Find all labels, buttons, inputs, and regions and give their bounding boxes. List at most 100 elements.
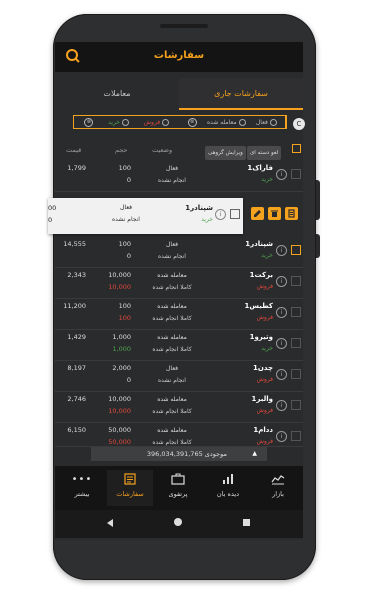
nav-more[interactable]: ••• بیشتر: [59, 470, 105, 506]
filter-active[interactable]: فعال: [255, 118, 277, 126]
nav-label: دیده بان: [216, 490, 240, 498]
order-volume: 50,000: [108, 426, 131, 434]
swiped-order-row[interactable]: شپنادر1 خرید i فعال انجام نشده 00 0: [48, 198, 303, 234]
column-header: لغو دسته ای ویرایش گروهی وضعیت حجم قیمت: [55, 142, 303, 160]
order-status: معامله شده: [157, 272, 187, 279]
order-row[interactable]: چدن1 فروش i فعال انجام نشده 2,000 0 8,19…: [55, 360, 303, 392]
order-status-detail: انجام نشده: [158, 377, 186, 384]
column-price: قیمت: [66, 146, 82, 154]
order-status-detail: انجام نشده: [112, 216, 140, 223]
row-checkbox[interactable]: [291, 369, 301, 379]
order-symbol: برکت1: [249, 271, 273, 279]
select-all-checkbox[interactable]: [292, 144, 301, 153]
row-checkbox[interactable]: [230, 209, 240, 219]
nav-watchlist[interactable]: دیده بان: [205, 470, 251, 506]
edit-icon: [254, 210, 261, 217]
order-row[interactable]: برکت1 فروش i معامله شده کاملا انجام شده …: [55, 267, 303, 299]
order-row[interactable]: ددام1 فروش i معامله شده کاملا انجام شده …: [55, 422, 303, 447]
order-status: فعال: [120, 204, 132, 211]
clear-status-filter-icon[interactable]: ⊗: [187, 117, 197, 127]
order-status-detail: کاملا انجام شده: [152, 439, 192, 446]
radio-icon: [269, 118, 277, 126]
order-volume: 1,000: [112, 333, 131, 341]
order-volume: 100: [118, 164, 131, 172]
order-volume: 00: [48, 204, 57, 212]
info-icon[interactable]: i: [276, 276, 287, 287]
filter-buy[interactable]: خرید: [108, 118, 129, 126]
nav-label: پرتفوی: [168, 490, 188, 498]
order-row[interactable]: وتیرو1 خرید i معامله شده کاملا انجام شده…: [55, 329, 303, 361]
cancel-group-button[interactable]: لغو دسته ای: [247, 146, 282, 160]
system-navigation-bar: [55, 510, 303, 538]
order-row[interactable]: شپنادر1 خرید i فعال انجام نشده 100 0 14,…: [55, 236, 303, 268]
row-checkbox[interactable]: [291, 338, 301, 348]
refresh-icon[interactable]: C: [293, 118, 305, 130]
info-icon[interactable]: i: [276, 369, 287, 380]
row-checkbox[interactable]: [291, 307, 301, 317]
clear-side-filter-icon[interactable]: ⊗: [84, 117, 94, 127]
edit-order-button[interactable]: [251, 207, 264, 220]
order-price: 8,197: [67, 364, 86, 372]
swiped-order-panel[interactable]: شپنادر1 خرید i فعال انجام نشده 00 0: [48, 198, 243, 234]
info-icon[interactable]: i: [276, 245, 287, 256]
status-filter-group: ⊗ معامله شده فعال: [180, 116, 286, 128]
order-status-detail: انجام نشده: [158, 253, 186, 260]
order-status-detail: کاملا انجام شده: [152, 346, 192, 353]
order-row[interactable]: فاراک1 خرید i فعال انجام نشده 100 0 1,79…: [55, 160, 303, 192]
order-side: فروش: [256, 438, 273, 445]
column-status: وضعیت: [152, 146, 173, 154]
order-row[interactable]: کطبس1 فروش i معامله شده کاملا انجام شده …: [55, 298, 303, 330]
filter-active-label: فعال: [255, 118, 268, 126]
order-symbol: شپنادر1: [245, 240, 273, 248]
search-icon[interactable]: [65, 48, 81, 64]
row-checkbox[interactable]: [291, 245, 301, 255]
filter-bar: ⊗ خرید فروش ⊗ معامله شده فعال: [73, 115, 287, 129]
order-symbol: ددام1: [253, 426, 273, 434]
expand-up-icon[interactable]: ▲: [252, 450, 257, 457]
filter-done-label: معامله شده: [206, 118, 237, 126]
nav-portfolio[interactable]: پرتفوی: [155, 470, 201, 506]
order-status: معامله شده: [157, 427, 187, 434]
home-icon[interactable]: [174, 518, 182, 526]
delete-order-button[interactable]: [268, 207, 281, 220]
info-icon[interactable]: i: [276, 338, 287, 349]
edit-group-button[interactable]: ویرایش گروهی: [205, 146, 246, 160]
order-price: 11,200: [63, 302, 86, 310]
copy-order-button[interactable]: [285, 207, 298, 220]
row-checkbox[interactable]: [291, 169, 301, 179]
watchlist-chart-icon: [205, 470, 251, 488]
info-icon[interactable]: i: [276, 431, 287, 442]
nav-orders[interactable]: سفارشات: [107, 470, 153, 506]
order-side: فروش: [256, 407, 273, 414]
order-price: 14,555: [63, 240, 86, 248]
balance-bar[interactable]: موجودی 396,034,391,765 ▲: [91, 447, 267, 461]
recent-apps-icon[interactable]: [243, 519, 250, 526]
order-side: خرید: [201, 216, 213, 223]
info-icon[interactable]: i: [215, 209, 226, 220]
filter-buy-label: خرید: [108, 118, 120, 126]
filter-sell-label: فروش: [143, 118, 161, 126]
row-checkbox[interactable]: [291, 431, 301, 441]
order-filled: 1,000: [112, 345, 131, 353]
order-row[interactable]: والبر1 فروش i معامله شده کاملا انجام شده…: [55, 391, 303, 423]
info-icon[interactable]: i: [276, 307, 287, 318]
back-icon[interactable]: [107, 519, 113, 527]
order-status-detail: کاملا انجام شده: [152, 284, 192, 291]
tab-trades[interactable]: معاملات: [55, 78, 179, 110]
nav-market[interactable]: بازار: [255, 470, 301, 506]
tab-current-orders[interactable]: سفارشات جاری: [179, 78, 303, 110]
order-volume: 10,000: [108, 395, 131, 403]
row-checkbox[interactable]: [291, 400, 301, 410]
balance-text: موجودی 396,034,391,765: [147, 450, 227, 458]
filter-sell[interactable]: فروش: [143, 118, 170, 126]
orders-list-icon: [107, 470, 153, 488]
order-side: خرید: [261, 176, 273, 183]
nav-label: بیشتر: [74, 490, 90, 498]
info-icon[interactable]: i: [276, 169, 287, 180]
tabs: سفارشات جاری معاملات: [55, 78, 303, 110]
info-icon[interactable]: i: [276, 400, 287, 411]
order-status: فعال: [166, 165, 178, 172]
filter-done[interactable]: معامله شده: [206, 118, 246, 126]
row-checkbox[interactable]: [291, 276, 301, 286]
order-status-detail: کاملا انجام شده: [152, 315, 192, 322]
